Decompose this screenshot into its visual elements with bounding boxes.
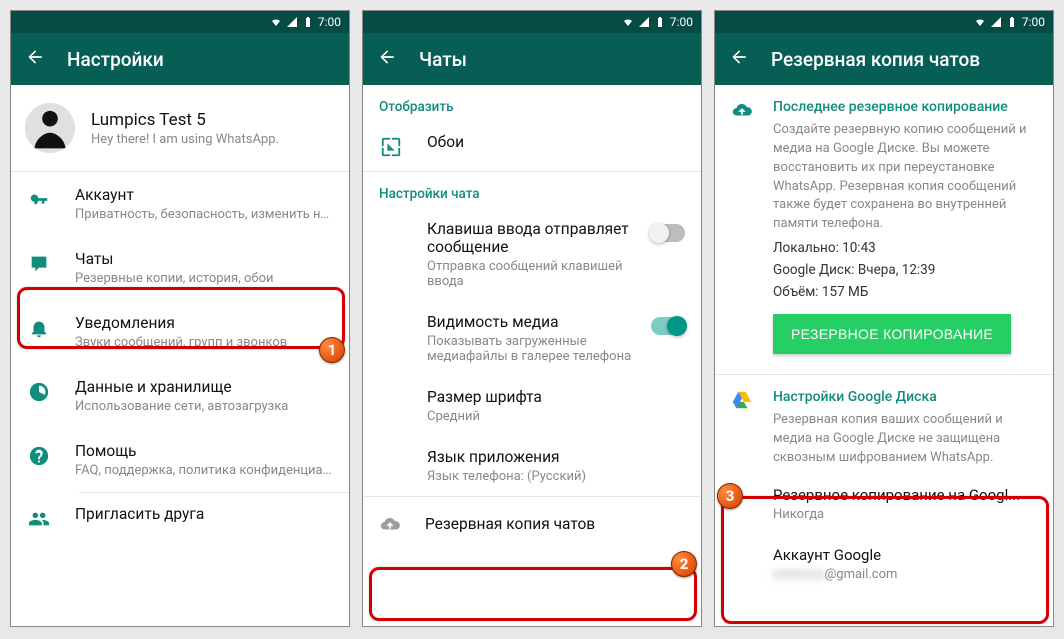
chat-icon <box>27 252 51 276</box>
status-bar: 7:00 <box>363 11 701 33</box>
screen-settings: 7:00 Настройки Lumpics Test 5 Hey there!… <box>10 10 350 627</box>
app-bar: Настройки <box>11 33 349 85</box>
people-icon <box>27 507 51 531</box>
google-account-value: xxxxxxxx@gmail.com <box>773 567 1037 582</box>
font-size-row[interactable]: Размер шрифта Средний <box>363 376 701 436</box>
settings-item-invite[interactable]: Пригласить друга <box>11 493 349 543</box>
battery-icon <box>654 16 666 28</box>
section-display: Отобразить <box>363 85 701 121</box>
backup-gdrive-time: Google Диск: Вчера, 12:39 <box>773 262 1037 278</box>
gdrive-settings-text: Резервная копия ваших сообщений и медиа … <box>773 411 1037 468</box>
status-time: 7:00 <box>318 15 341 29</box>
cloud-upload-icon <box>731 99 753 360</box>
screen-chats-settings: 7:00 Чаты Отобразить Обои Настройки чата… <box>362 10 702 627</box>
enter-sends-toggle[interactable]: Клавиша ввода отправляет сообщение Отпра… <box>363 208 701 301</box>
wifi-icon <box>270 16 282 28</box>
last-backup-block: Последнее резервное копирование Создайте… <box>715 85 1053 374</box>
last-backup-title: Последнее резервное копирование <box>773 99 1037 115</box>
settings-item-notifications[interactable]: Уведомления Звуки сообщений, групп и зво… <box>11 300 349 364</box>
battery-icon <box>1006 16 1018 28</box>
settings-content: Lumpics Test 5 Hey there! I am using Wha… <box>11 85 349 626</box>
backup-button[interactable]: РЕЗЕРВНОЕ КОПИРОВАНИЕ <box>773 314 1011 354</box>
status-time: 7:00 <box>670 15 693 29</box>
switch-off[interactable] <box>651 224 685 242</box>
settings-item-data[interactable]: Данные и хранилище Использование сети, а… <box>11 364 349 428</box>
google-account-row[interactable]: Аккаунт Google xxxxxxxx@gmail.com <box>715 534 1053 594</box>
wifi-icon <box>974 16 986 28</box>
backup-info-text: Создайте резервную копию сообщений и мед… <box>773 121 1037 234</box>
status-bar: 7:00 <box>715 11 1053 33</box>
backup-content: Последнее резервное копирование Создайте… <box>715 85 1053 626</box>
data-usage-icon <box>27 380 51 404</box>
google-drive-icon <box>731 389 753 468</box>
back-button[interactable] <box>25 47 45 71</box>
battery-icon <box>302 16 314 28</box>
backup-size: Объём: 157 МБ <box>773 284 1037 300</box>
backup-local: Локально: 10:43 <box>773 240 1037 256</box>
app-language-row[interactable]: Язык приложения Язык телефона: (Русский) <box>363 436 701 496</box>
media-visibility-toggle[interactable]: Видимость медиа Показывать загруженные м… <box>363 301 701 376</box>
wifi-icon <box>622 16 634 28</box>
status-time: 7:00 <box>1022 15 1045 29</box>
profile-row[interactable]: Lumpics Test 5 Hey there! I am using Wha… <box>11 85 349 171</box>
signal-icon <box>638 16 650 28</box>
profile-status: Hey there! I am using WhatsApp. <box>91 132 279 147</box>
wallpaper-icon <box>379 135 403 159</box>
page-title: Настройки <box>67 48 164 71</box>
gdrive-settings-title: Настройки Google Диска <box>773 389 1037 405</box>
app-bar: Резервная копия чатов <box>715 33 1053 85</box>
chats-settings-content: Отобразить Обои Настройки чата Клавиша в… <box>363 85 701 626</box>
switch-on[interactable] <box>651 317 685 335</box>
section-chat-settings: Настройки чата <box>363 172 701 208</box>
back-button[interactable] <box>377 47 397 71</box>
app-bar: Чаты <box>363 33 701 85</box>
page-title: Чаты <box>419 48 467 71</box>
settings-item-help[interactable]: Помощь FAQ, поддержка, политика конфиден… <box>11 428 349 492</box>
help-icon <box>27 444 51 468</box>
backup-chats-row[interactable]: Резервная копия чатов <box>363 497 701 551</box>
status-bar: 7:00 <box>11 11 349 33</box>
key-icon <box>27 188 51 212</box>
bell-icon <box>27 316 51 340</box>
wallpaper-row[interactable]: Обои <box>363 121 701 171</box>
signal-icon <box>286 16 298 28</box>
backup-to-google-row[interactable]: Резервное копирование на Googl... Никогд… <box>715 474 1053 534</box>
settings-item-account[interactable]: Аккаунт Приватность, безопасность, измен… <box>11 172 349 236</box>
page-title: Резервная копия чатов <box>771 48 980 71</box>
cloud-upload-icon <box>379 513 401 535</box>
signal-icon <box>990 16 1002 28</box>
back-button[interactable] <box>729 47 749 71</box>
settings-item-chats[interactable]: Чаты Резервные копии, история, обои <box>11 236 349 300</box>
screen-backup: 7:00 Резервная копия чатов Последнее рез… <box>714 10 1054 627</box>
profile-name: Lumpics Test 5 <box>91 110 279 130</box>
gdrive-settings-block: Настройки Google Диска Резервная копия в… <box>715 375 1053 474</box>
avatar <box>25 103 75 153</box>
